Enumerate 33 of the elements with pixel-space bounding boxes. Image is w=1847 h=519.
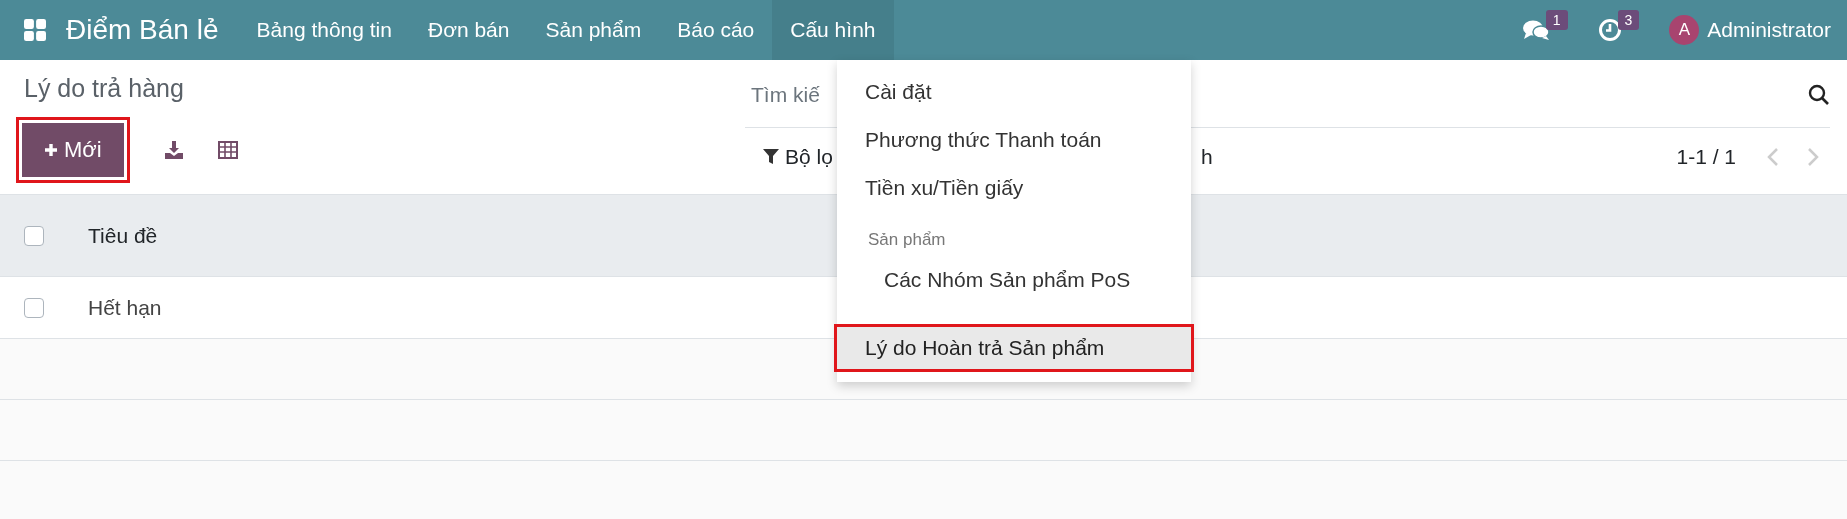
menu-item[interactable]: Bảng thông tin [238, 0, 410, 60]
count-badge: 1 [1545, 10, 1568, 30]
table-view-icon[interactable] [217, 141, 238, 159]
clock-icon[interactable] [1597, 18, 1622, 42]
dropdown-item[interactable]: Tiền xu/Tiền giấy [837, 167, 1191, 209]
menu-item[interactable]: Sản phẩm [527, 0, 660, 60]
apps-grid-icon[interactable] [24, 19, 46, 41]
filter-label[interactable]: Bộ lọ [785, 145, 833, 169]
menu-item[interactable]: Báo cáo [659, 0, 773, 60]
dropdown-item[interactable]: Lý do Hoàn trả Sản phẩm [837, 327, 1191, 369]
new-button[interactable]: Mới [22, 123, 124, 177]
row-checkbox[interactable] [24, 297, 44, 318]
menu-section-header: Sản phẩm [867, 229, 947, 251]
count-badge: 3 [1617, 10, 1640, 30]
table-cell[interactable]: Hết hạn [88, 295, 162, 320]
chat-icon[interactable] [1521, 19, 1550, 41]
filter-icon[interactable] [763, 149, 779, 165]
filter-label[interactable]: h [1200, 145, 1213, 169]
plus-icon [44, 143, 58, 157]
dropdown-item[interactable]: Phương thức Thanh toán [837, 119, 1191, 161]
download-icon[interactable] [163, 140, 184, 160]
dropdown-item[interactable]: Các Nhóm Sản phẩm PoS [837, 259, 1191, 301]
app-name[interactable]: Điểm Bán lẻ [66, 14, 219, 46]
user-avatar[interactable]: A [1669, 15, 1700, 45]
page-title: Lý do trả hàng [24, 74, 184, 103]
search-icon[interactable] [1808, 83, 1830, 106]
select-all-checkbox[interactable] [24, 225, 44, 246]
menu-item[interactable]: Đơn bán [409, 0, 528, 60]
column-header[interactable]: Tiêu đề [88, 223, 158, 248]
menu-item[interactable]: Cấu hình [772, 0, 894, 60]
pager-value: 1-1 / 1 [1676, 145, 1736, 169]
user-name[interactable]: Administrator [1707, 18, 1831, 42]
dropdown-item[interactable]: Cài đặt [837, 71, 1191, 113]
